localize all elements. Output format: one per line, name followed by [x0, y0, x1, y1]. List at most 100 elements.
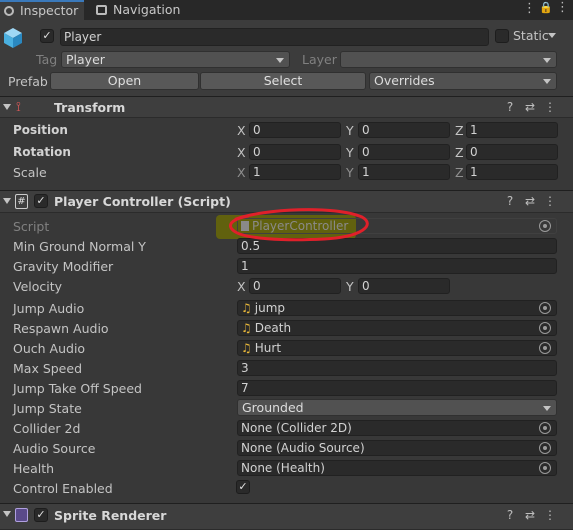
component-menu-icon[interactable]: ⋮ — [540, 508, 560, 522]
static-dropdown-icon[interactable] — [548, 33, 556, 38]
axis-x-label: X — [237, 279, 246, 294]
component-enabled-checkbox[interactable]: ✓ — [34, 508, 48, 522]
sprite-renderer-icon — [15, 508, 28, 522]
rotation-z-field[interactable]: 0 — [466, 144, 558, 160]
axis-z-label: Z — [455, 123, 464, 138]
audio-source-label: Audio Source — [13, 441, 96, 456]
script-label: Script — [13, 219, 50, 234]
object-name-field[interactable]: Player — [60, 28, 489, 46]
object-picker-icon[interactable] — [539, 462, 551, 474]
presets-icon[interactable]: ⇄ — [520, 194, 540, 208]
audio-clip-icon: ♫ — [241, 301, 252, 315]
transform-header[interactable]: ⟟ Transform ? ⇄ ⋮ — [0, 96, 573, 118]
object-picker-icon[interactable] — [539, 342, 551, 354]
gameobject-cube-icon — [4, 28, 22, 48]
axis-z-label: Z — [455, 165, 464, 180]
component-enabled-checkbox[interactable]: ✓ — [34, 194, 48, 208]
scale-x-field[interactable]: 1 — [249, 164, 341, 180]
prefab-open-button[interactable]: Open — [50, 72, 199, 90]
jump-take-off-speed-field[interactable]: 7 — [237, 380, 557, 396]
prefab-select-button[interactable]: Select — [200, 72, 366, 90]
tag-dropdown[interactable]: Player — [61, 51, 290, 68]
tab-navigation[interactable]: Navigation — [90, 0, 190, 20]
rotation-x-field[interactable]: 0 — [249, 144, 341, 160]
jump-state-label: Jump State — [13, 401, 82, 416]
presets-icon[interactable]: ⇄ — [520, 508, 540, 522]
component-menu-icon[interactable]: ⋮ — [540, 194, 560, 208]
min-ground-normal-label: Min Ground Normal Y — [13, 239, 146, 254]
foldout-arrow-icon[interactable] — [3, 198, 11, 204]
audio-source-field[interactable]: None (Audio Source) — [237, 440, 557, 456]
scale-z-field[interactable]: 1 — [466, 164, 558, 180]
transform-title: Transform — [54, 100, 126, 115]
tab-inspector[interactable]: Inspector — [0, 0, 84, 20]
health-field[interactable]: None (Health) — [237, 460, 557, 476]
object-picker-icon[interactable] — [539, 422, 551, 434]
object-header: ✓ Player Static Tag Player Layer Prefab … — [0, 20, 573, 96]
max-speed-field[interactable]: 3 — [237, 360, 557, 376]
object-picker-icon — [539, 220, 551, 232]
collider-2d-label: Collider 2d — [13, 421, 81, 436]
transform-body: Position X 0 Y 0 Z 1 Rotation X 0 Y 0 Z … — [0, 118, 573, 190]
more-options-icon[interactable]: ⋮ — [523, 1, 536, 16]
object-picker-icon[interactable] — [539, 322, 551, 334]
component-header-icons: ? ⇄ ⋮ — [500, 100, 560, 114]
control-enabled-label: Control Enabled — [13, 481, 113, 496]
foldout-arrow-icon[interactable] — [3, 511, 11, 517]
help-icon[interactable]: ? — [500, 100, 520, 114]
prefab-label: Prefab — [8, 74, 48, 89]
control-enabled-checkbox[interactable]: ✓ — [236, 480, 250, 494]
script-icon: # — [15, 194, 28, 209]
collider-2d-field[interactable]: None (Collider 2D) — [237, 420, 557, 436]
sprite-renderer-header[interactable]: ✓ Sprite Renderer ? ⇄ ⋮ — [0, 503, 573, 530]
static-checkbox[interactable] — [495, 29, 509, 43]
ouch-audio-field[interactable]: ♫ Hurt — [237, 340, 557, 356]
respawn-audio-field[interactable]: ♫ Death — [237, 320, 557, 336]
component-menu-icon[interactable]: ⋮ — [540, 100, 560, 114]
axis-x-label: X — [237, 165, 246, 180]
audio-clip-icon: ♫ — [241, 341, 252, 355]
position-x-field[interactable]: 0 — [249, 122, 341, 138]
lock-icon[interactable]: 🔒 — [539, 1, 553, 14]
axis-x-label: X — [237, 123, 246, 138]
position-y-field[interactable]: 0 — [358, 122, 450, 138]
health-label: Health — [13, 461, 55, 476]
foldout-arrow-icon[interactable] — [3, 104, 11, 110]
help-icon[interactable]: ? — [500, 194, 520, 208]
tag-label: Tag — [36, 52, 58, 67]
static-label: Static — [513, 28, 549, 43]
axis-y-label: Y — [346, 123, 354, 138]
axis-y-label: Y — [346, 279, 354, 294]
position-z-field[interactable]: 1 — [466, 122, 558, 138]
transform-icon: ⟟ — [16, 100, 21, 115]
navigation-icon — [96, 5, 107, 15]
active-checkbox[interactable]: ✓ — [40, 29, 54, 43]
position-label: Position — [13, 123, 68, 137]
presets-icon[interactable]: ⇄ — [520, 100, 540, 114]
gravity-modifier-label: Gravity Modifier — [13, 259, 114, 274]
axis-x-label: X — [237, 145, 246, 160]
scale-y-field[interactable]: 1 — [358, 164, 450, 180]
chevron-down-icon — [276, 58, 284, 63]
velocity-y-field[interactable]: 0 — [358, 278, 450, 294]
jump-audio-field[interactable]: ♫ jump — [237, 300, 557, 316]
velocity-x-field[interactable]: 0 — [249, 278, 341, 294]
tab-bar: Inspector Navigation ⋮ 🔒 ⋮ — [0, 0, 573, 20]
velocity-label: Velocity — [13, 279, 63, 294]
prefab-overrides-dropdown[interactable]: Overrides — [369, 72, 557, 90]
jump-take-off-speed-label: Jump Take Off Speed — [13, 381, 142, 396]
object-picker-icon[interactable] — [539, 302, 551, 314]
menu-icon[interactable]: ⋮ — [556, 0, 569, 15]
gravity-modifier-field[interactable]: 1 — [237, 258, 557, 274]
layer-label: Layer — [302, 52, 337, 67]
axis-z-label: Z — [455, 145, 464, 160]
layer-dropdown[interactable] — [340, 51, 557, 68]
object-picker-icon[interactable] — [539, 442, 551, 454]
rotation-y-field[interactable]: 0 — [358, 144, 450, 160]
help-icon[interactable]: ? — [500, 508, 520, 522]
component-header-icons: ? ⇄ ⋮ — [500, 194, 560, 208]
chevron-down-icon — [543, 58, 551, 63]
scale-label: Scale — [13, 165, 47, 180]
jump-state-dropdown[interactable]: Grounded — [237, 399, 557, 416]
rotation-label: Rotation — [13, 145, 71, 159]
